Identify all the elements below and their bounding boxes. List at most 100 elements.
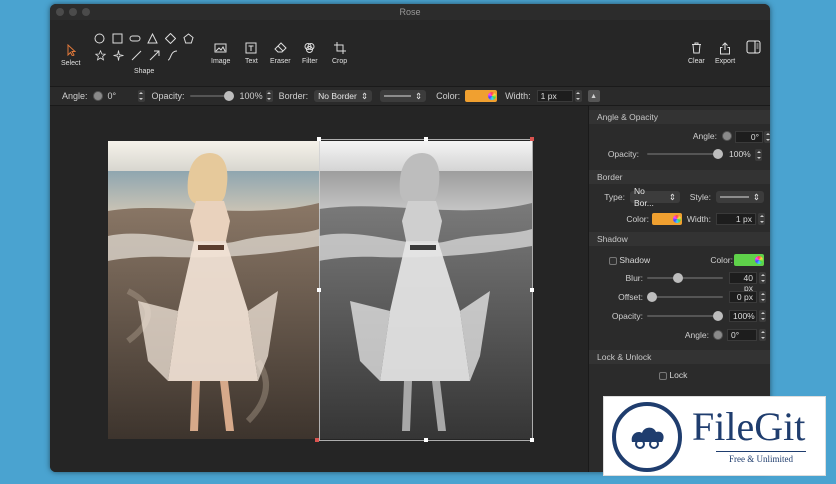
lock-checkbox[interactable]: Lock [659, 370, 687, 380]
border-style-popup[interactable]: ⇕ [380, 90, 427, 102]
opacity-value[interactable]: 100% [240, 91, 263, 101]
diamond-shape-icon[interactable] [165, 32, 177, 44]
blur-stepper[interactable] [759, 272, 766, 284]
color-wheel-icon [488, 92, 497, 100]
angle-dial[interactable] [722, 131, 732, 141]
clear-button[interactable]: Clear [688, 40, 705, 65]
rounded-rect-shape-icon[interactable] [129, 32, 141, 44]
offset-slider[interactable] [647, 292, 723, 302]
window-controls[interactable] [56, 8, 90, 16]
editor-canvas[interactable] [50, 106, 588, 472]
border-width-field[interactable]: 1 px [716, 213, 756, 225]
blur-field[interactable]: 40 px [729, 272, 757, 293]
border-style-label: Style: [689, 192, 711, 202]
select-label: Select [61, 60, 81, 67]
sidebar-icon [746, 39, 761, 55]
border-style-popup[interactable]: ⇕ [716, 191, 764, 203]
shadow-opacity-field[interactable]: 100% [729, 310, 757, 322]
filegit-brand: FileGit [692, 404, 806, 449]
curve-shape-icon[interactable] [166, 49, 178, 61]
image-tool-button[interactable]: Image [211, 40, 230, 65]
offset-field[interactable]: 0 px [729, 291, 757, 303]
filter-label: Filter [302, 58, 318, 65]
shadow-angle-stepper[interactable] [759, 329, 766, 341]
resize-handle[interactable] [530, 288, 534, 292]
image-label: Image [211, 58, 231, 65]
angle-opacity-section-header: Angle & Opacity [589, 110, 770, 124]
opacity-stepper[interactable] [755, 149, 762, 161]
angle-stepper[interactable] [137, 90, 145, 102]
opacity-slider[interactable] [647, 149, 723, 159]
border-type-popup[interactable]: No Border ⇕ [314, 90, 373, 102]
opacity-stepper[interactable] [265, 90, 273, 102]
export-label: Export [715, 58, 736, 65]
shadow-angle-dial[interactable] [713, 330, 723, 340]
border-color-label: Color: [626, 214, 649, 224]
color-label: Color: [436, 91, 461, 101]
angle-value[interactable]: 0° [108, 91, 138, 101]
select-tool-button[interactable]: Select [61, 42, 80, 67]
rotate-handle[interactable] [315, 438, 319, 442]
cursor-icon [66, 42, 76, 58]
toggle-sidebar-button[interactable] [746, 39, 761, 57]
resize-handle[interactable] [424, 438, 428, 442]
angle-label: Angle: [62, 91, 88, 101]
color-well[interactable] [465, 90, 498, 102]
shadow-opacity-label: Opacity: [611, 311, 643, 321]
shadow-opacity-stepper[interactable] [759, 310, 766, 322]
eraser-icon [274, 40, 287, 56]
sparkle-shape-icon[interactable] [112, 49, 124, 61]
shadow-checkbox[interactable]: Shadow [609, 255, 650, 265]
crop-icon [333, 40, 346, 56]
border-type-popup[interactable]: No Bor... ⇕ [630, 186, 680, 208]
opacity-value[interactable]: 100% [729, 149, 751, 159]
blur-slider[interactable] [647, 273, 723, 283]
opacity-slider[interactable] [189, 91, 234, 101]
resize-handle[interactable] [317, 137, 321, 141]
crop-label: Crop [332, 58, 348, 65]
shadow-color-well[interactable] [734, 254, 764, 266]
angle-dial[interactable] [92, 91, 103, 101]
shadow-opacity-slider[interactable] [647, 311, 723, 321]
line-shape-icon[interactable] [130, 49, 142, 61]
text-tool-button[interactable]: Text [245, 40, 258, 65]
triangle-shape-icon[interactable] [147, 32, 159, 44]
color-wheel-icon [673, 215, 681, 223]
rectangle-shape-icon[interactable] [112, 32, 124, 44]
rotate-handle[interactable] [530, 137, 534, 141]
eraser-label: Eraser [270, 58, 291, 65]
width-field[interactable]: 1 px [536, 90, 573, 102]
shadow-angle-field[interactable]: 0° [727, 329, 757, 341]
border-section-header: Border [589, 170, 770, 184]
export-button[interactable]: Export [715, 40, 735, 65]
border-color-well[interactable] [652, 213, 682, 225]
main-toolbar: Select Shape Image Text Eraser Filter Cr… [50, 20, 770, 86]
star-shape-icon[interactable] [94, 49, 106, 61]
crop-tool-button[interactable]: Crop [332, 40, 347, 65]
collapse-options-button[interactable]: ▲ [587, 90, 600, 102]
resize-handle[interactable] [530, 438, 534, 442]
zoom-window-button[interactable] [82, 8, 90, 16]
filegit-watermark: FileGit Free & Unlimited [603, 396, 826, 476]
border-width-label: Width: [686, 214, 711, 224]
resize-handle[interactable] [317, 288, 321, 292]
border-width-stepper[interactable] [758, 213, 765, 225]
offset-stepper[interactable] [759, 291, 766, 303]
angle-label: Angle: [692, 131, 717, 141]
minimize-window-button[interactable] [69, 8, 77, 16]
filter-tool-button[interactable]: Filter [302, 40, 318, 65]
chevron-updown-icon: ⇕ [360, 91, 369, 101]
chevron-updown-icon: ⇕ [668, 192, 676, 202]
eraser-tool-button[interactable]: Eraser [270, 40, 291, 65]
angle-stepper[interactable] [764, 131, 770, 143]
close-window-button[interactable] [56, 8, 64, 16]
width-stepper[interactable] [574, 90, 582, 102]
angle-field[interactable]: 0° [735, 131, 763, 143]
pentagon-shape-icon[interactable] [182, 32, 194, 44]
circle-shape-icon[interactable] [94, 32, 106, 44]
resize-handle[interactable] [424, 137, 428, 141]
image-icon [214, 40, 228, 56]
text-label: Text [245, 58, 258, 65]
share-icon [719, 40, 731, 56]
arrow-shape-icon[interactable] [148, 49, 160, 61]
